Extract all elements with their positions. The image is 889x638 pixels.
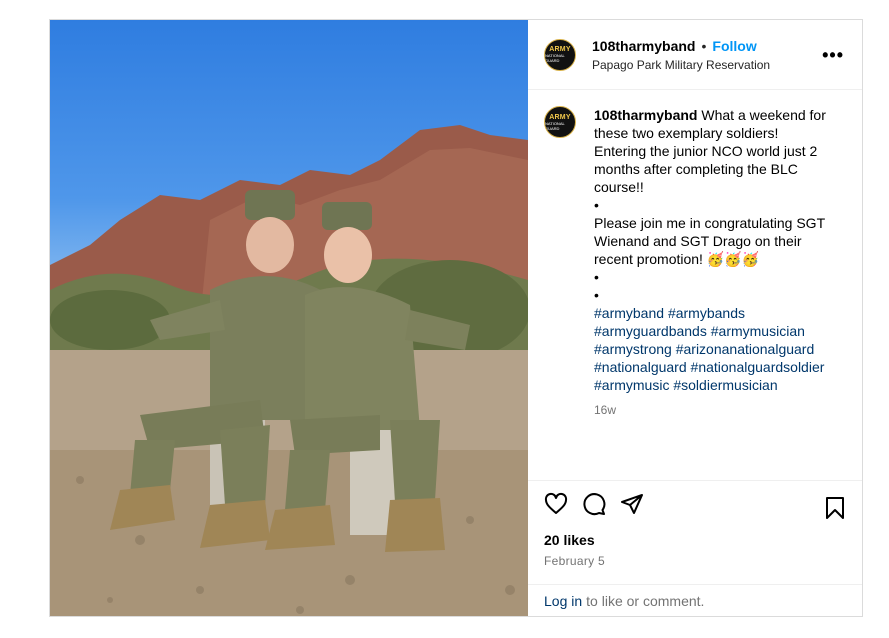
avatar-logo-subtext: NATIONAL GUARD	[545, 120, 565, 131]
caption-avatar[interactable]: ARMY NATIONAL GUARD	[544, 106, 576, 138]
hashtag-link[interactable]: #arizonanationalguard	[676, 341, 815, 357]
caption-username[interactable]: 108tharmyband	[594, 107, 697, 123]
header-line: 108tharmyband • Follow	[592, 38, 770, 54]
caption-text: 108tharmyband What a weekend for these t…	[594, 106, 834, 196]
caption-body: 108tharmyband What a weekend for these t…	[594, 106, 834, 480]
post-header: ARMY NATIONAL GUARD 108tharmyband • Foll…	[528, 20, 862, 90]
caption-section: ARMY NATIONAL GUARD 108tharmyband What a…	[528, 90, 862, 480]
location-link[interactable]: Papago Park Military Reservation	[592, 58, 770, 72]
hashtag-link[interactable]: #nationalguardsoldier	[691, 359, 825, 375]
hashtag-link[interactable]: #armybands	[668, 305, 745, 321]
heart-icon[interactable]	[544, 492, 568, 521]
action-bar: 20 likes February 5	[528, 480, 862, 584]
follow-button[interactable]: Follow	[712, 38, 756, 54]
hashtag-link[interactable]: #soldiermusician	[673, 377, 777, 393]
comment-icon[interactable]	[582, 492, 606, 521]
hashtag-link[interactable]: #nationalguard	[594, 359, 687, 375]
share-icon[interactable]	[620, 492, 644, 521]
caption-bullet: •	[594, 269, 599, 285]
hashtag-link[interactable]: #armystrong	[594, 341, 672, 357]
caption-bullet: •	[594, 287, 599, 303]
hashtag-link[interactable]: #armymusic	[594, 377, 669, 393]
account-avatar[interactable]: ARMY NATIONAL GUARD	[544, 38, 576, 71]
post-date: February 5	[544, 554, 606, 568]
caption-bullet: •	[594, 197, 599, 213]
more-options-button[interactable]: •••	[822, 46, 844, 64]
photo-scene	[50, 125, 528, 616]
post-photo[interactable]	[50, 20, 528, 616]
separator-dot: •	[701, 37, 707, 54]
instagram-post: ARMY NATIONAL GUARD 108tharmyband • Foll…	[49, 19, 863, 617]
action-icons	[544, 492, 846, 521]
post-sidebar: ARMY NATIONAL GUARD 108tharmyband • Foll…	[528, 20, 862, 616]
username-link[interactable]: 108tharmyband	[592, 38, 695, 54]
caption-text-2: Please join me in congratulating SGT Wie…	[594, 215, 825, 267]
hashtag-link[interactable]: #armyband	[594, 305, 664, 321]
login-prompt: Log in to like or comment.	[528, 584, 862, 616]
avatar-logo-text: ARMY	[549, 46, 571, 53]
hashtag-link[interactable]: #armymusician	[711, 323, 805, 339]
hashtag-list: #armyband #armybands #armyguardbands #ar…	[594, 304, 834, 394]
hashtag-link[interactable]: #armyguardbands	[594, 323, 707, 339]
login-link[interactable]: Log in	[544, 593, 582, 609]
header-text: 108tharmyband • Follow Papago Park Milit…	[592, 38, 770, 72]
bookmark-icon[interactable]	[824, 496, 846, 525]
post-time-ago[interactable]: 16w	[594, 401, 834, 419]
avatar-logo-subtext: NATIONAL GUARD	[545, 53, 565, 63]
login-prompt-text: to like or comment.	[586, 592, 705, 609]
avatar-logo-text: ARMY	[549, 113, 571, 121]
likes-count[interactable]: 20 likes	[544, 532, 846, 548]
